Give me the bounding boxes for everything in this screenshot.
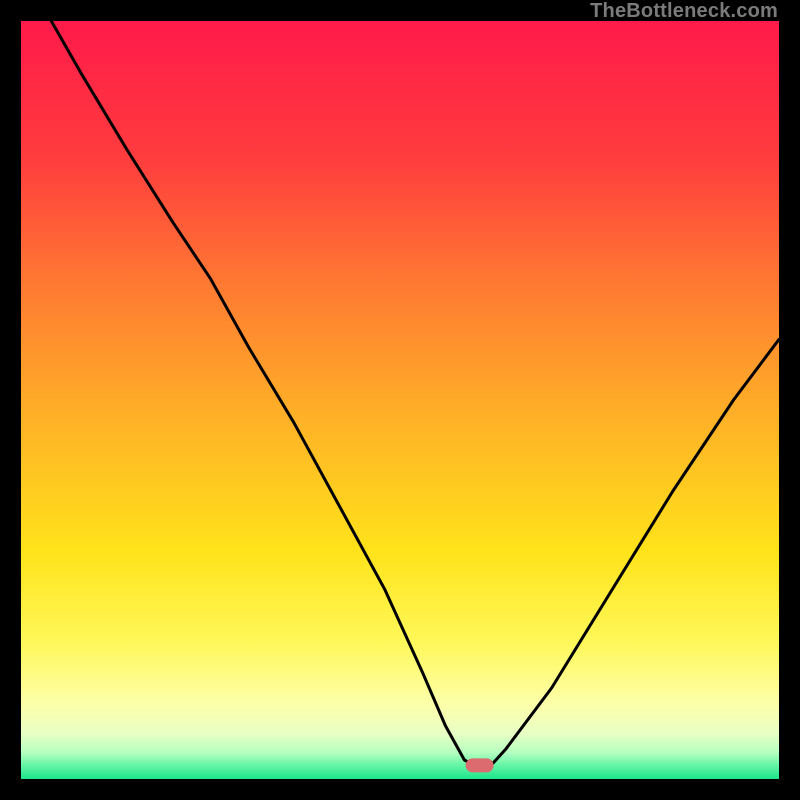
chart-svg (21, 21, 779, 779)
watermark-text: TheBottleneck.com (590, 0, 778, 23)
optimal-marker (466, 758, 494, 772)
gradient-background (21, 21, 779, 779)
chart-plot-area (21, 21, 779, 779)
